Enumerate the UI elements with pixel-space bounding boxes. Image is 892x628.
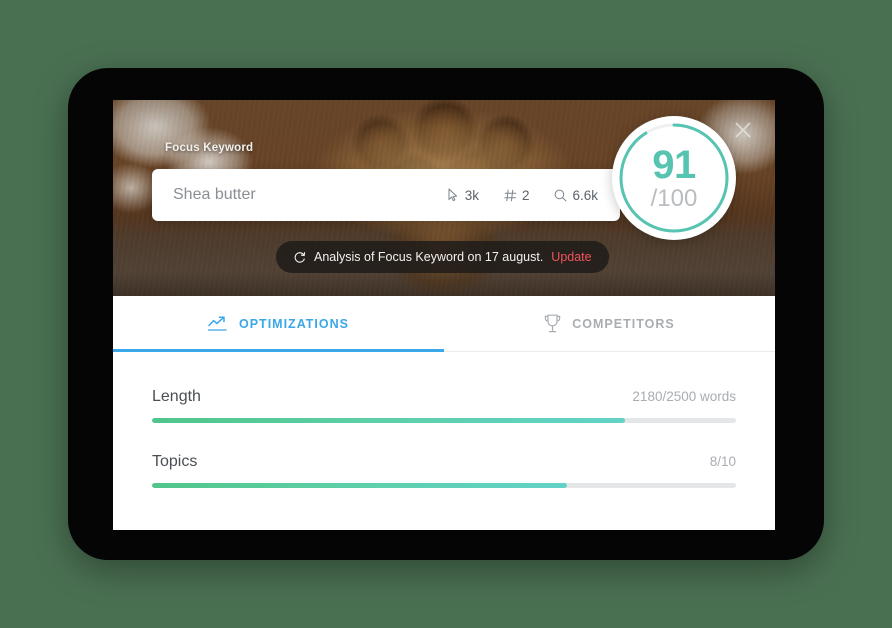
search-bar[interactable]: 3k 2 6.6k	[152, 169, 620, 221]
cursor-click-icon	[448, 188, 457, 202]
search-icon	[555, 189, 568, 202]
analysis-banner: Analysis of Focus Keyword on 17 august. …	[276, 241, 609, 273]
tab-optimizations-label: OPTIMIZATIONS	[239, 316, 349, 331]
metric-clicks: 3k	[447, 188, 479, 203]
metric-search-volume: 6.6k	[554, 188, 598, 203]
score-total: /100	[650, 185, 698, 212]
optimization-progress-fill	[152, 418, 626, 423]
metric-position-value: 2	[521, 187, 530, 203]
analysis-text: Analysis of Focus Keyword on 17 august.	[314, 250, 544, 264]
metric-search-volume-value: 6.6k	[572, 187, 598, 203]
tab-competitors[interactable]: COMPETITORS	[444, 296, 775, 351]
optimization-row: Topics 8/10	[152, 453, 736, 488]
optimization-row-header: Length 2180/2500 words	[152, 388, 736, 406]
trophy-icon	[545, 314, 561, 333]
trending-up-icon	[208, 316, 227, 331]
score-value: 91	[652, 143, 696, 187]
seo-score-circle: 91 /100	[612, 116, 736, 240]
optimization-row: Length 2180/2500 words	[152, 388, 736, 423]
tab-bar: OPTIMIZATIONS COMPETITORS	[113, 296, 775, 352]
optimization-value: 2180/2500 words	[632, 389, 736, 404]
optimization-progress-fill	[152, 483, 567, 488]
refresh-icon	[294, 251, 306, 263]
focus-keyword-label: Focus Keyword	[165, 142, 254, 154]
optimization-progress-track	[152, 483, 736, 488]
score-text: 91 /100	[651, 145, 698, 211]
tab-optimizations[interactable]: OPTIMIZATIONS	[113, 296, 444, 352]
tablet-frame: Focus Keyword 3k	[68, 68, 824, 560]
analysis-update-link[interactable]: Update	[551, 250, 591, 264]
tablet-screen: Focus Keyword 3k	[113, 100, 775, 530]
optimization-progress-track	[152, 418, 736, 423]
optimization-list: Length 2180/2500 words Topics 8/10	[113, 352, 775, 488]
metric-position: 2	[504, 187, 530, 203]
hash-icon	[504, 189, 517, 201]
hero-banner: Focus Keyword 3k	[113, 100, 775, 296]
keyword-metrics: 3k 2 6.6k	[447, 188, 598, 203]
search-input[interactable]	[171, 185, 415, 205]
optimization-label: Length	[152, 388, 201, 405]
optimization-row-header: Topics 8/10	[152, 453, 736, 471]
metric-clicks-value: 3k	[464, 187, 479, 203]
optimization-label: Topics	[152, 453, 198, 470]
tab-competitors-label: COMPETITORS	[572, 316, 675, 331]
optimization-value: 8/10	[709, 454, 736, 469]
